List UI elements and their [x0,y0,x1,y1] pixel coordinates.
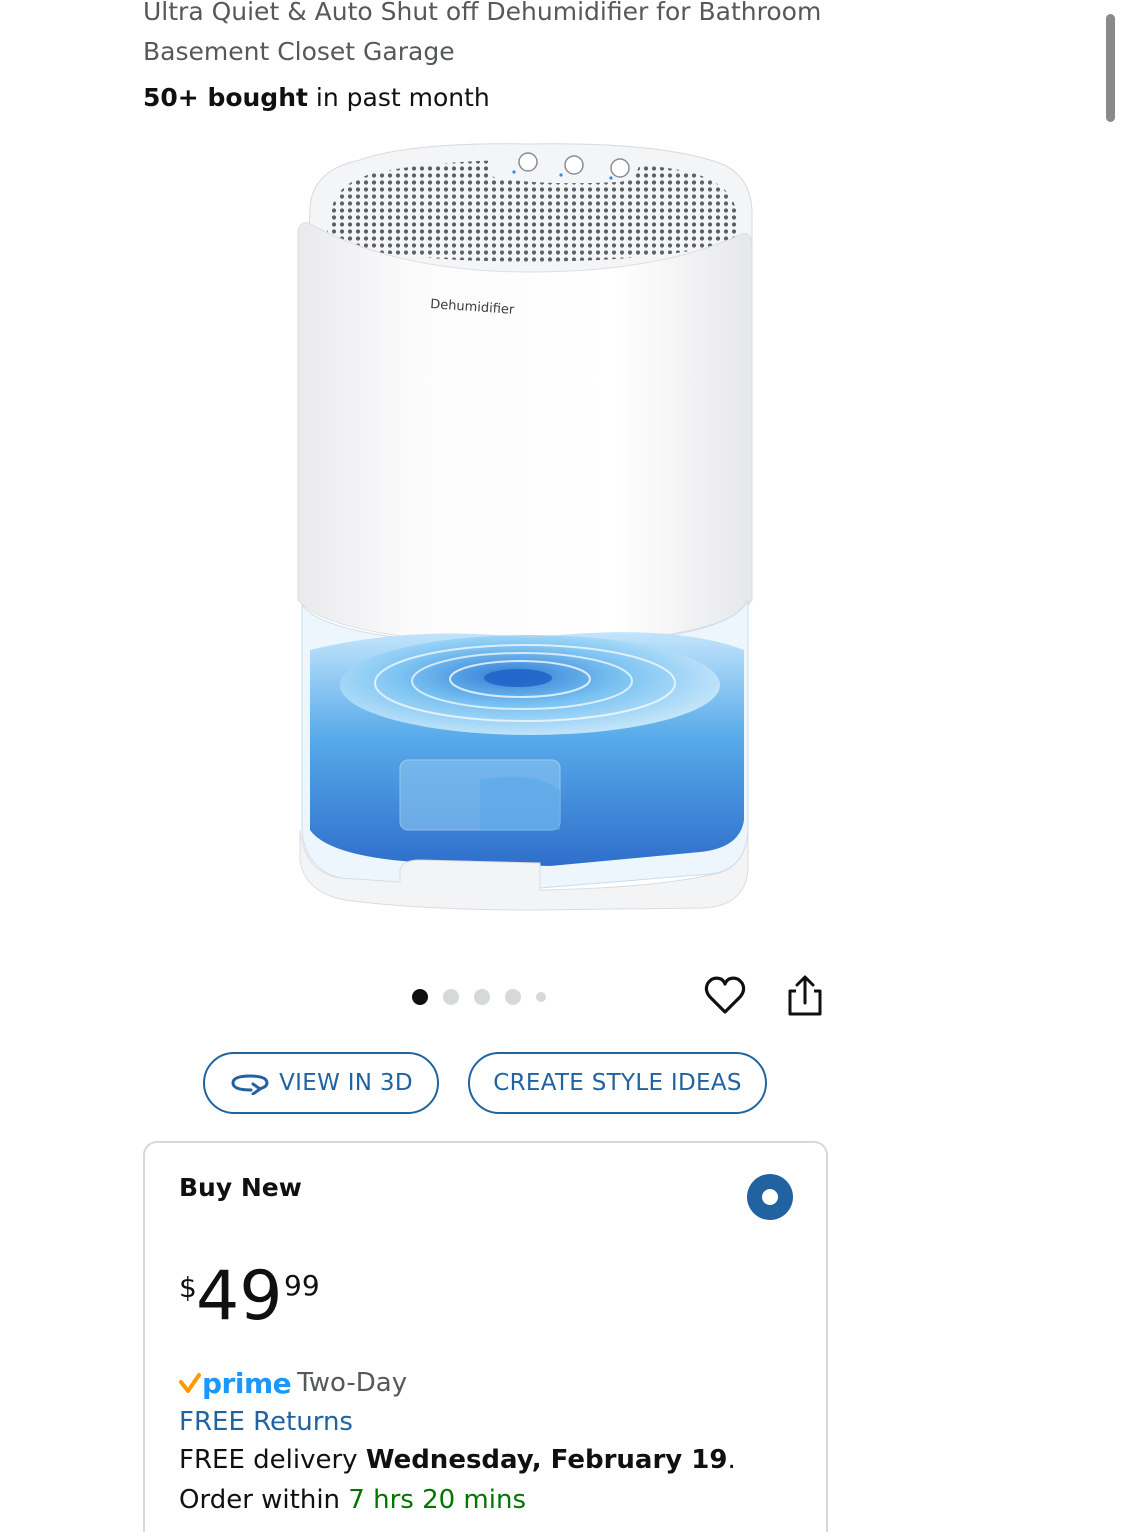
bought-period: in past month [307,83,490,112]
order-within-prefix: Order within [179,1485,349,1515]
create-style-ideas-button[interactable]: CREATE STYLE IDEAS [468,1052,767,1114]
buy-new-radio[interactable] [747,1174,793,1220]
buy-new-card[interactable]: Buy New $ 49 99 prime Two-Day FREE Retur… [143,1141,828,1532]
product-image[interactable]: Dehumidifier [290,130,770,930]
delivery-suffix: . [727,1445,736,1475]
delivery-date: Wednesday, February 19 [365,1445,728,1475]
carousel-dot[interactable] [536,992,546,1002]
price-fraction: 99 [284,1269,320,1302]
rotate-3d-icon [231,1074,269,1095]
price-whole: 49 [196,1257,283,1336]
carousel-dot[interactable] [474,989,490,1005]
carousel-dot[interactable] [443,989,459,1005]
delivery-prefix: FREE delivery [179,1445,366,1475]
image-carousel-dots[interactable] [412,986,546,1008]
heart-icon[interactable] [702,973,748,1019]
create-style-ideas-label: CREATE STYLE IDEAS [493,1070,742,1096]
order-countdown: Order within 7 hrs 20 mins [179,1485,526,1515]
carousel-dot[interactable] [412,989,428,1005]
bought-count: 50+ bought [143,83,308,112]
view-in-3d-label: VIEW IN 3D [279,1070,413,1096]
delivery-info: FREE delivery Wednesday, February 19. [179,1445,736,1475]
carousel-dot[interactable] [505,989,521,1005]
view-in-3d-button[interactable]: VIEW IN 3D [203,1052,439,1114]
price-currency: $ [179,1271,197,1304]
prime-delivery-speed: Two-Day [297,1368,408,1398]
product-title: Ultra Quiet & Auto Shut off Dehumidifier… [143,0,822,66]
share-icon[interactable] [782,973,828,1019]
prime-logo-text: prime [202,1366,292,1400]
order-countdown-time: 7 hrs 20 mins [348,1485,526,1515]
prime-check-icon [179,1373,201,1393]
prime-badge: prime Two-Day [179,1363,407,1403]
free-returns-link[interactable]: FREE Returns [179,1407,353,1437]
buy-new-title: Buy New [179,1173,302,1202]
bought-in-past-month: 50+ bought in past month [143,80,490,116]
product-page: Ultra Quiet & Auto Shut off Dehumidifier… [0,0,1125,1532]
scrollbar[interactable] [1106,14,1115,122]
